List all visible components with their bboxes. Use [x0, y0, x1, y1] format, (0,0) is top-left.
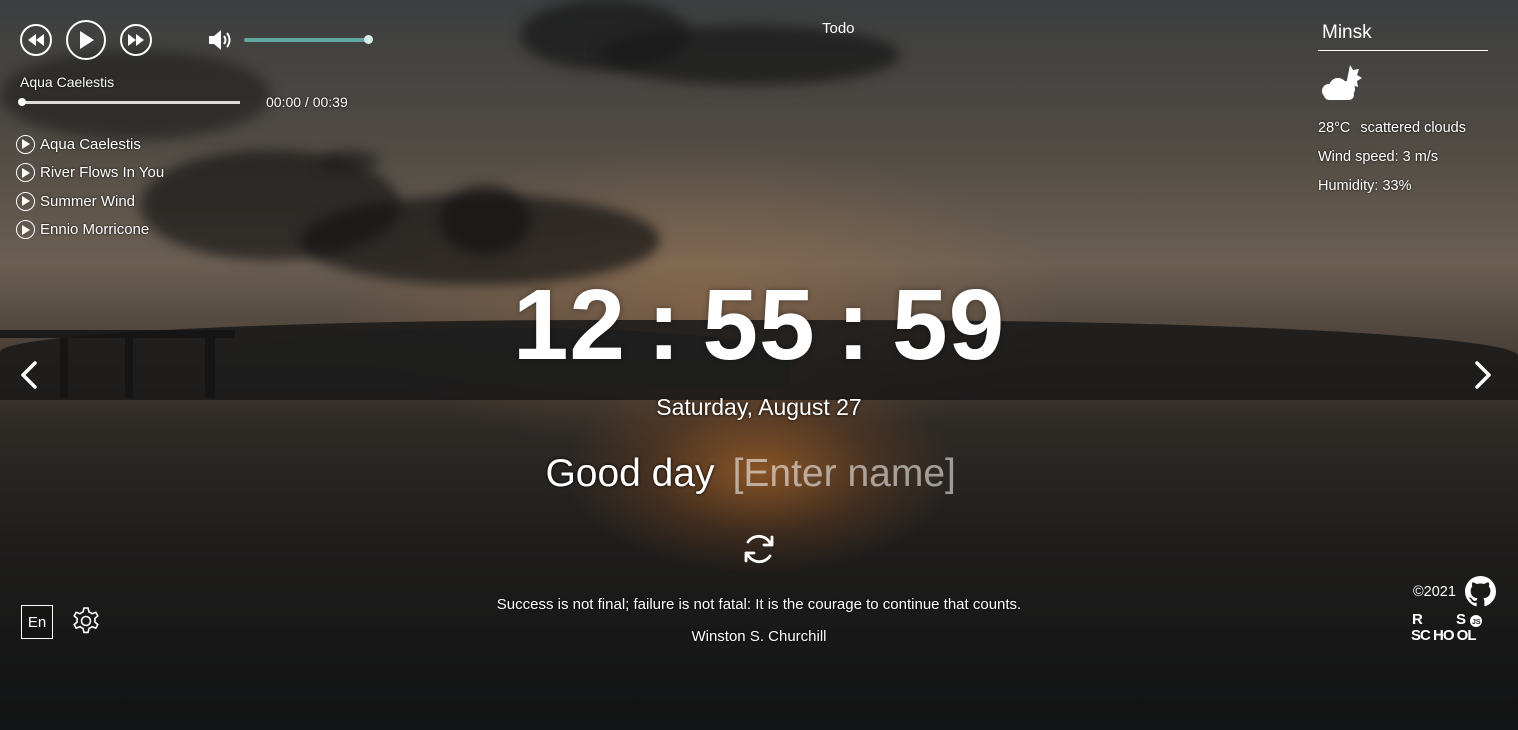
- playlist-item[interactable]: Aqua Caelestis: [16, 130, 370, 159]
- fast-forward-icon: [128, 34, 144, 46]
- play-icon: [80, 31, 94, 49]
- city-input[interactable]: [1318, 22, 1488, 51]
- play-icon: [16, 134, 35, 154]
- svg-text:JS: JS: [1472, 619, 1481, 626]
- temperature: 28°C: [1318, 120, 1351, 136]
- weather-summary: 28°C scattered clouds: [1318, 120, 1488, 136]
- svg-text:S: S: [1456, 611, 1466, 628]
- playlist-item-label: River Flows In You: [40, 164, 165, 182]
- volume-slider-handle[interactable]: [364, 35, 373, 44]
- gear-icon[interactable]: [71, 606, 101, 636]
- progress-handle[interactable]: [18, 97, 26, 106]
- playlist: Aqua Caelestis River Flows In You Summer…: [16, 130, 370, 244]
- name-input[interactable]: [732, 452, 973, 496]
- playlist-item[interactable]: Summer Wind: [16, 187, 370, 216]
- wind-speed: Wind speed: 3 m/s: [1318, 149, 1439, 165]
- play-icon: [16, 163, 35, 183]
- rs-school-logo[interactable]: R S SC HO OL JS: [1410, 609, 1500, 643]
- todo-link[interactable]: Todo: [822, 20, 855, 37]
- player-controls: [20, 20, 373, 60]
- volume-control: [208, 29, 373, 51]
- playlist-item-label: Aqua Caelestis: [40, 135, 141, 153]
- quote-text: Success is not final; failure is not fat…: [496, 596, 1022, 613]
- greeting-text: Good day: [545, 452, 715, 495]
- play-icon: [16, 191, 35, 211]
- weather-widget: 28°C scattered clouds Wind speed: 3 m/s H…: [1318, 22, 1488, 194]
- playlist-item[interactable]: River Flows In You: [16, 159, 370, 188]
- github-icon[interactable]: [1465, 576, 1496, 607]
- svg-text:R: R: [1412, 611, 1423, 628]
- clock-time: 12 : 55 : 59: [512, 269, 1006, 381]
- copyright: ©2021: [1413, 584, 1456, 600]
- current-track-title: Aqua Caelestis: [20, 74, 115, 90]
- play-icon: [16, 220, 35, 240]
- progress-row: 00:00 / 00:39: [18, 94, 370, 110]
- date: Saturday, August 27: [656, 394, 862, 420]
- quote-author: Winston S. Churchill: [691, 628, 827, 645]
- playlist-item-label: Summer Wind: [40, 192, 136, 210]
- next-track-button[interactable]: [120, 24, 152, 56]
- playlist-item-label: Ennio Morricone: [40, 221, 150, 239]
- volume-slider[interactable]: [244, 35, 373, 44]
- volume-icon[interactable]: [208, 29, 234, 51]
- refresh-quote-button[interactable]: [741, 531, 777, 567]
- track-time: 00:00 / 00:39: [266, 94, 348, 110]
- previous-track-button[interactable]: [20, 24, 52, 56]
- progress-bar[interactable]: [18, 97, 240, 106]
- scattered-clouds-icon: [1322, 65, 1362, 100]
- rewind-icon: [28, 34, 44, 46]
- weather-description: scattered clouds: [1360, 120, 1466, 136]
- svg-text:SC HO OL: SC HO OL: [1411, 627, 1476, 643]
- audio-player: Aqua Caelestis 00:00 / 00:39 Aqua Caeles…: [16, 20, 373, 244]
- language-button[interactable]: En: [21, 605, 53, 639]
- humidity: Humidity: 33%: [1318, 178, 1412, 194]
- play-button[interactable]: [66, 20, 106, 60]
- greeting-row: Good day: [0, 452, 1518, 496]
- playlist-item[interactable]: Ennio Morricone: [16, 216, 370, 245]
